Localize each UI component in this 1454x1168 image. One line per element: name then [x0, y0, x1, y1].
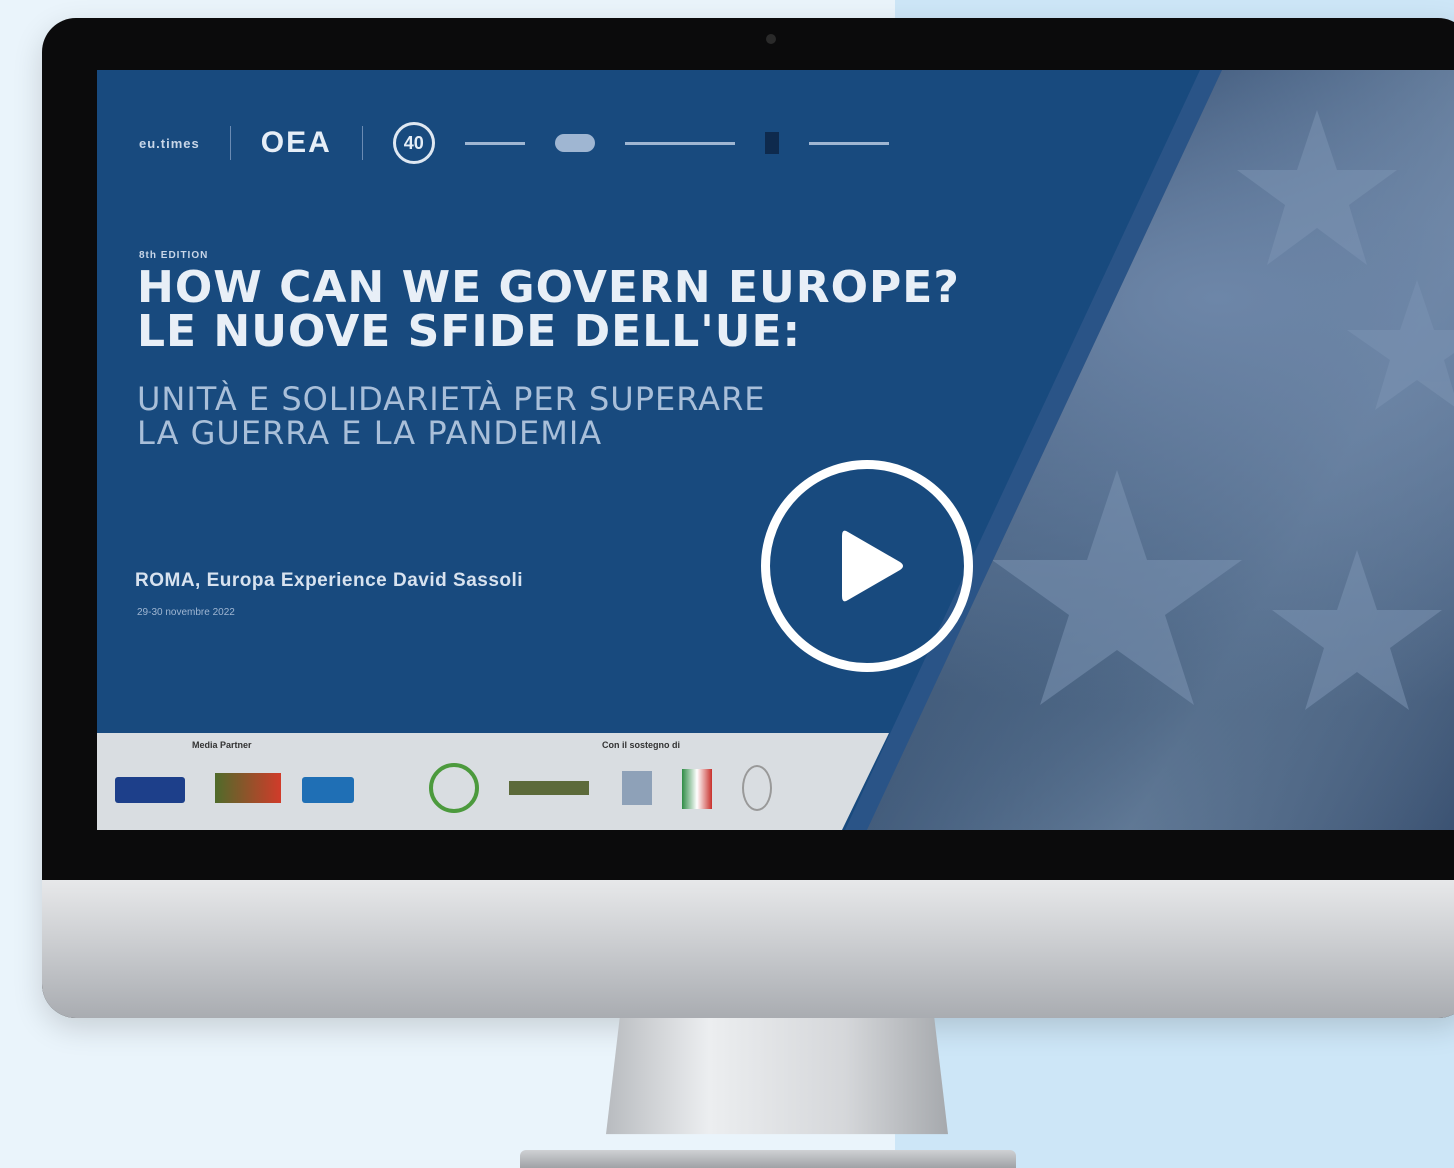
monitor: eu.times OEA 40 8th EDITION HOW CAN WE G…: [42, 18, 1454, 1018]
partner-logo-mark: [764, 132, 779, 154]
eutimes-logo: eu.times: [139, 135, 200, 151]
headline-line: HOW CAN WE GOVERN EUROPE?: [137, 262, 960, 313]
oea-logo: OEA: [260, 126, 332, 159]
media-partner-logo: [215, 773, 281, 803]
subheading-line: LA GUERRA E LA PANDEMIA: [137, 414, 603, 452]
partner-logo-line: [808, 141, 889, 145]
sponsor-logo: [742, 765, 772, 811]
slide-headline: HOW CAN WE GOVERN EUROPE? LE NUOVE SFIDE…: [137, 266, 1037, 354]
edition-label: 8th EDITION: [139, 250, 209, 261]
anniversary-40-logo: 40: [392, 122, 435, 164]
partner-logo-line: [624, 141, 735, 145]
play-icon: [842, 530, 903, 602]
monitor-base: [520, 1150, 1016, 1168]
subheading-line: UNITÀ E SOLIDARIETÀ PER SUPERARE: [137, 380, 766, 418]
sponsor-logo: [622, 771, 652, 805]
rai-radio-logo: [115, 777, 185, 803]
logo-divider: [361, 126, 363, 160]
monitor-stand: [606, 1018, 948, 1135]
sponsor-label: Con il sostegno di: [602, 740, 680, 750]
partner-logo-blob: [554, 134, 595, 152]
media-partner-logo: [302, 777, 354, 803]
slide-logo-row: eu.times OEA 40: [139, 122, 889, 164]
logo-divider: [229, 126, 231, 160]
italy-flag-logo: [682, 769, 712, 809]
event-dates: 29-30 novembre 2022: [137, 607, 235, 618]
partner-logo-line: [464, 141, 525, 145]
event-location: ROMA, Europa Experience David Sassoli: [135, 570, 524, 591]
media-partner-label: Media Partner: [192, 740, 252, 750]
headline-line: LE NUOVE SFIDE DELL'UE:: [137, 306, 802, 357]
bayer-logo: [429, 763, 479, 813]
monitor-chin: [42, 880, 1454, 1018]
video-screen[interactable]: eu.times OEA 40 8th EDITION HOW CAN WE G…: [97, 70, 1454, 830]
camera-dot: [766, 34, 776, 44]
sponsor-logo: [509, 781, 589, 795]
play-button[interactable]: [761, 460, 973, 672]
slide-subheading: UNITÀ E SOLIDARIETÀ PER SUPERARE LA GUER…: [137, 382, 1037, 450]
